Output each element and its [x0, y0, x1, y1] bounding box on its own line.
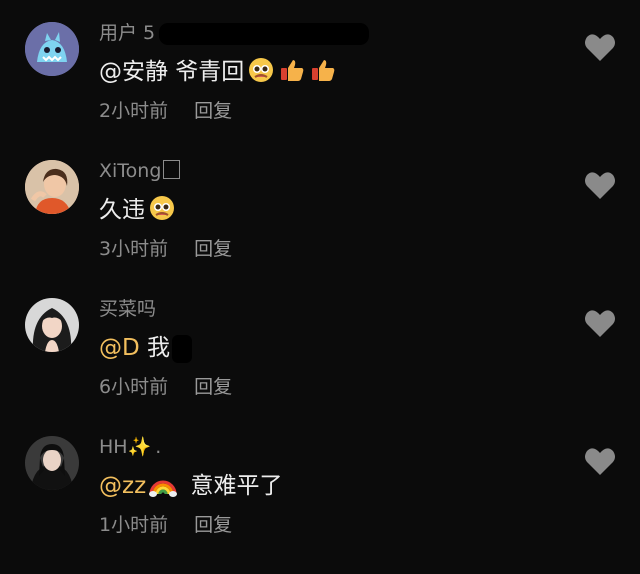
comment-body: @安静 爷青回 — [99, 59, 245, 85]
timestamp: 1小时前 — [99, 514, 169, 536]
rainbow-icon — [149, 470, 178, 498]
comment-meta: 2小时前 回复 — [99, 98, 232, 124]
comment-text: @安静 爷青回 — [99, 55, 337, 89]
reply-button[interactable]: 回复 — [194, 238, 232, 260]
heart-icon — [585, 34, 615, 61]
like-button[interactable] — [584, 446, 616, 476]
reply-button[interactable]: 回复 — [194, 514, 232, 536]
username-redaction — [159, 22, 370, 45]
username-text: 买菜吗 — [99, 298, 157, 320]
girl-black-hoodie-avatar-icon — [25, 436, 79, 490]
timestamp: 2小时前 — [99, 100, 169, 122]
like-button[interactable] — [584, 32, 616, 62]
comment-item: 买菜吗 @D 我 6小时前 回复 — [0, 298, 640, 436]
username-suffix: . — [155, 436, 162, 458]
avatar[interactable] — [25, 298, 79, 352]
username[interactable]: 用户 5 — [99, 20, 370, 46]
pleading-face-icon — [247, 56, 275, 84]
mention-link[interactable]: @D — [99, 335, 140, 361]
reply-button[interactable]: 回复 — [194, 100, 232, 122]
comment-text: @zz 意难平了 — [99, 469, 282, 503]
content-redaction — [172, 334, 193, 363]
username-text: 用户 5 — [99, 22, 156, 44]
pleading-face-icon — [148, 194, 176, 222]
like-button[interactable] — [584, 308, 616, 338]
comment-meta: 3小时前 回复 — [99, 236, 232, 262]
comment-list: 用户 5 @安静 爷青回 2小时前 回复 XiTong 久违 3小时前 回复 买… — [0, 0, 640, 566]
girl-dark-hair-avatar-icon — [25, 298, 79, 352]
missing-glyph-box — [163, 160, 181, 179]
comment-body: 我 — [147, 335, 171, 361]
timestamp: 6小时前 — [99, 376, 169, 398]
avatar[interactable] — [25, 436, 79, 490]
username[interactable]: 买菜吗 — [99, 296, 156, 322]
sparkles-icon: ✨ — [127, 436, 152, 458]
thumbs-up-icon — [309, 56, 337, 84]
comment-item: XiTong 久违 3小时前 回复 — [0, 160, 640, 298]
username-text: HH — [99, 436, 128, 458]
timestamp: 3小时前 — [99, 238, 169, 260]
comment-item: 用户 5 @安静 爷青回 2小时前 回复 — [0, 22, 640, 160]
girl-orange-shirt-avatar-icon — [25, 160, 79, 214]
username-text: XiTong — [99, 160, 162, 182]
heart-icon — [585, 310, 615, 337]
avatar[interactable] — [25, 160, 79, 214]
comment-text: @D 我 — [99, 331, 193, 365]
mention-link[interactable]: @zz — [99, 473, 146, 499]
blue-monster-avatar-icon — [25, 22, 79, 76]
thumbs-up-icon — [278, 56, 306, 84]
username[interactable]: HH✨. — [99, 434, 161, 460]
reply-button[interactable]: 回复 — [194, 376, 232, 398]
avatar[interactable] — [25, 22, 79, 76]
comment-item: HH✨. @zz 意难平了 1小时前 回复 — [0, 436, 640, 574]
comment-body: 久违 — [99, 197, 145, 223]
comment-meta: 1小时前 回复 — [99, 512, 232, 538]
comment-text: 久违 — [99, 193, 176, 227]
like-button[interactable] — [584, 170, 616, 200]
heart-icon — [585, 172, 615, 199]
username[interactable]: XiTong — [99, 158, 181, 184]
comment-meta: 6小时前 回复 — [99, 374, 232, 400]
heart-icon — [585, 448, 615, 475]
comment-body: 意难平了 — [190, 473, 283, 499]
